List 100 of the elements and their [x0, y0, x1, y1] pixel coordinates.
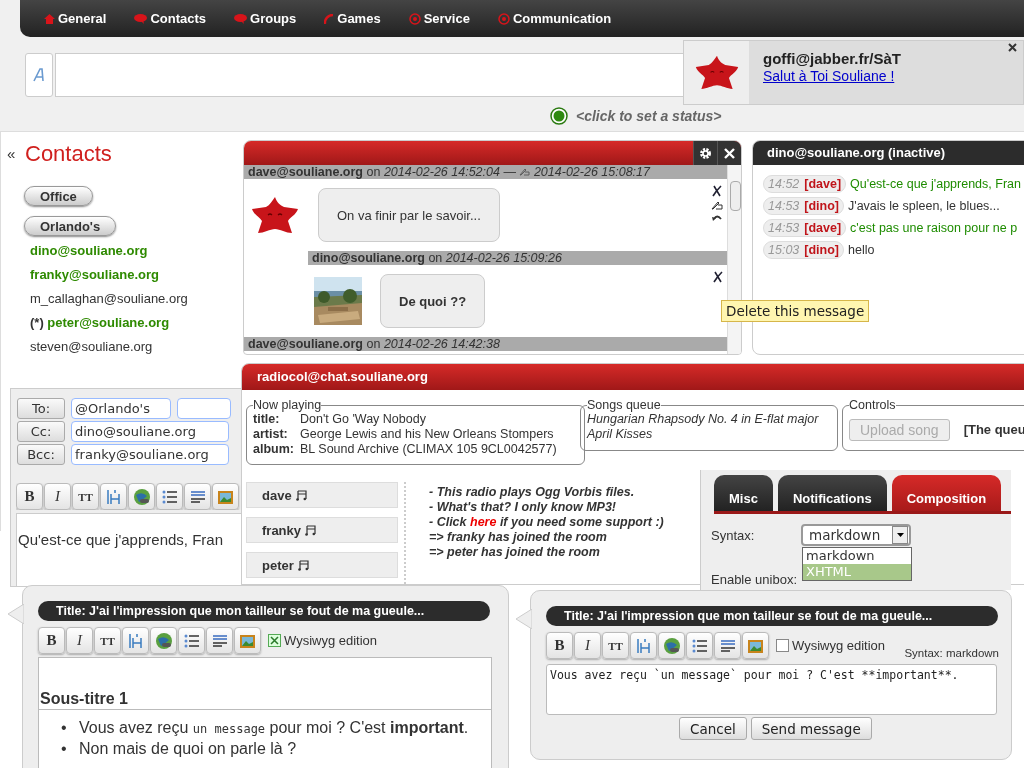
message-tag: 15:03 [dino]: [763, 241, 844, 259]
bold-button[interactable]: B: [38, 627, 65, 654]
message-header: dave@souliane.org on 2014-02-26 14:52:04 — 2014-02-26 15:08:17: [244, 165, 727, 179]
cancel-button[interactable]: Cancel: [679, 717, 747, 740]
message-text: Qu'est-ce que j'apprends, Fran: [850, 177, 1021, 191]
recipient-button[interactable]: To:: [17, 398, 65, 419]
menu-item[interactable]: Contacts: [134, 11, 207, 26]
italic-button[interactable]: I: [66, 627, 93, 654]
house-icon: [44, 13, 55, 24]
unibox-label: Enable unibox:: [711, 572, 797, 587]
list-icon: [183, 633, 200, 648]
room-message: - What's that? I only know MP3!: [429, 500, 617, 515]
notification-link[interactable]: Salut à Toi Souliane !: [763, 68, 901, 84]
song-item: Hungarian Rhapsody No. 4 in E-flat major: [587, 412, 820, 427]
status-dot-icon[interactable]: [550, 107, 568, 125]
paragraph-icon: [211, 634, 228, 647]
speech-bubble-icon: [134, 13, 148, 24]
list-button[interactable]: [178, 627, 205, 654]
syntax-select[interactable]: markdown: [801, 524, 911, 546]
contact-item[interactable]: (*) peter@souliane.org: [30, 315, 188, 331]
contact-item[interactable]: franky@souliane.org: [30, 267, 188, 283]
image-button[interactable]: [234, 627, 261, 654]
arc-icon: [324, 13, 335, 24]
box-legend: Now playing: [253, 398, 322, 412]
field-label: artist:: [253, 427, 289, 442]
bold-button[interactable]: B: [546, 632, 573, 659]
menu-item[interactable]: Groups: [234, 11, 297, 26]
heading-button[interactable]: [122, 627, 149, 654]
bold-button[interactable]: B: [16, 483, 43, 510]
close-icon[interactable]: [717, 141, 741, 165]
italic-button[interactable]: I: [574, 632, 601, 659]
list-button[interactable]: [156, 483, 183, 510]
heading-icon: [636, 637, 651, 654]
checkbox[interactable]: [776, 639, 789, 652]
send-button[interactable]: Send message: [750, 717, 872, 740]
menu-item[interactable]: General: [44, 11, 107, 26]
image-icon: [216, 488, 235, 505]
settings-tab[interactable]: Misc: [714, 475, 773, 511]
chat-title: dino@souliane.org (inactive): [753, 141, 1024, 165]
paragraph-button[interactable]: [184, 483, 211, 510]
paragraph-button[interactable]: [206, 627, 233, 654]
undo-icon[interactable]: [711, 213, 723, 223]
recipient-field[interactable]: franky@souliane.org: [71, 444, 229, 465]
link-button[interactable]: [658, 632, 685, 659]
star-mascot-icon: [250, 195, 300, 235]
collapse-button[interactable]: «: [7, 145, 16, 162]
link-button[interactable]: [150, 627, 177, 654]
settings-tab[interactable]: Notifications: [777, 475, 887, 511]
list-icon: [161, 489, 178, 504]
recipient-button[interactable]: Bcc:: [17, 444, 65, 465]
heading-button[interactable]: [630, 632, 657, 659]
menu-item[interactable]: Games: [324, 11, 381, 26]
cross-icon[interactable]: [713, 271, 723, 283]
user-item[interactable]: peter: [246, 552, 398, 578]
music-note-icon: [297, 559, 309, 571]
group-button[interactable]: Orlando's: [24, 216, 117, 236]
pen-icon[interactable]: [711, 200, 723, 210]
contact-item[interactable]: steven@souliane.org: [30, 339, 188, 355]
group-button[interactable]: Office: [24, 186, 93, 206]
title-bar: Title: J'ai l'impression que mon tailleur se fout de ma gueule...: [546, 606, 998, 626]
syntax-label: Syntax:: [711, 528, 755, 543]
checkbox[interactable]: [268, 634, 281, 647]
menu-item[interactable]: Service: [408, 11, 470, 26]
message-field[interactable]: Qu'est-ce que j'apprends, Fran: [16, 513, 242, 586]
font-size-button[interactable]: TT: [94, 627, 121, 654]
cross-icon[interactable]: [712, 185, 722, 197]
close-icon[interactable]: [1008, 43, 1017, 52]
paragraph-icon: [719, 639, 736, 652]
image-button[interactable]: [742, 632, 769, 659]
italic-button[interactable]: I: [44, 483, 71, 510]
list-button[interactable]: [686, 632, 713, 659]
recipient-field[interactable]: [177, 398, 231, 419]
contact-item[interactable]: dino@souliane.org: [30, 243, 188, 259]
recipient-field[interactable]: @Orlando's: [71, 398, 171, 419]
menu-item[interactable]: Communication: [497, 11, 612, 26]
user-item[interactable]: dave: [246, 482, 398, 508]
font-size-button[interactable]: TT: [72, 483, 99, 510]
settings-icon[interactable]: [693, 141, 717, 165]
rich-editor[interactable]: Sous-titre 1 • Vous avez reçu un message pour moi ? C'est important. • Non mais de quoi on parle là ?: [38, 657, 492, 768]
message-field[interactable]: Vous avez reçu `un message` pour moi ? C'est **important**.: [546, 664, 997, 715]
editor-heading: Sous-titre 1: [40, 690, 128, 708]
contact-item[interactable]: m_callaghan@souliane.org: [30, 291, 188, 307]
user-item[interactable]: franky: [246, 517, 398, 543]
settings-tab[interactable]: Composition: [891, 475, 1002, 511]
link-button[interactable]: [128, 483, 155, 510]
status-text[interactable]: <click to set a status>: [576, 108, 722, 124]
recipient-field[interactable]: dino@souliane.org: [71, 421, 229, 442]
recipient-button[interactable]: Cc:: [17, 421, 65, 442]
box-legend: Controls: [849, 398, 896, 412]
image-button[interactable]: [212, 483, 239, 510]
room-message: => peter has joined the room: [429, 545, 601, 560]
target-icon: [497, 12, 510, 25]
message-tag: 14:53 [dino]: [763, 197, 844, 215]
paragraph-button[interactable]: [714, 632, 741, 659]
dropdown-option[interactable]: markdown: [803, 548, 911, 564]
panel-title: radiocol@chat.souliane.org: [242, 364, 1024, 390]
target-icon: [408, 12, 421, 25]
support-link[interactable]: here: [470, 515, 497, 529]
bullet-item: • Vous avez reçu un message pour moi ? C'est important.: [61, 718, 469, 738]
font-size-button[interactable]: TT: [602, 632, 629, 659]
